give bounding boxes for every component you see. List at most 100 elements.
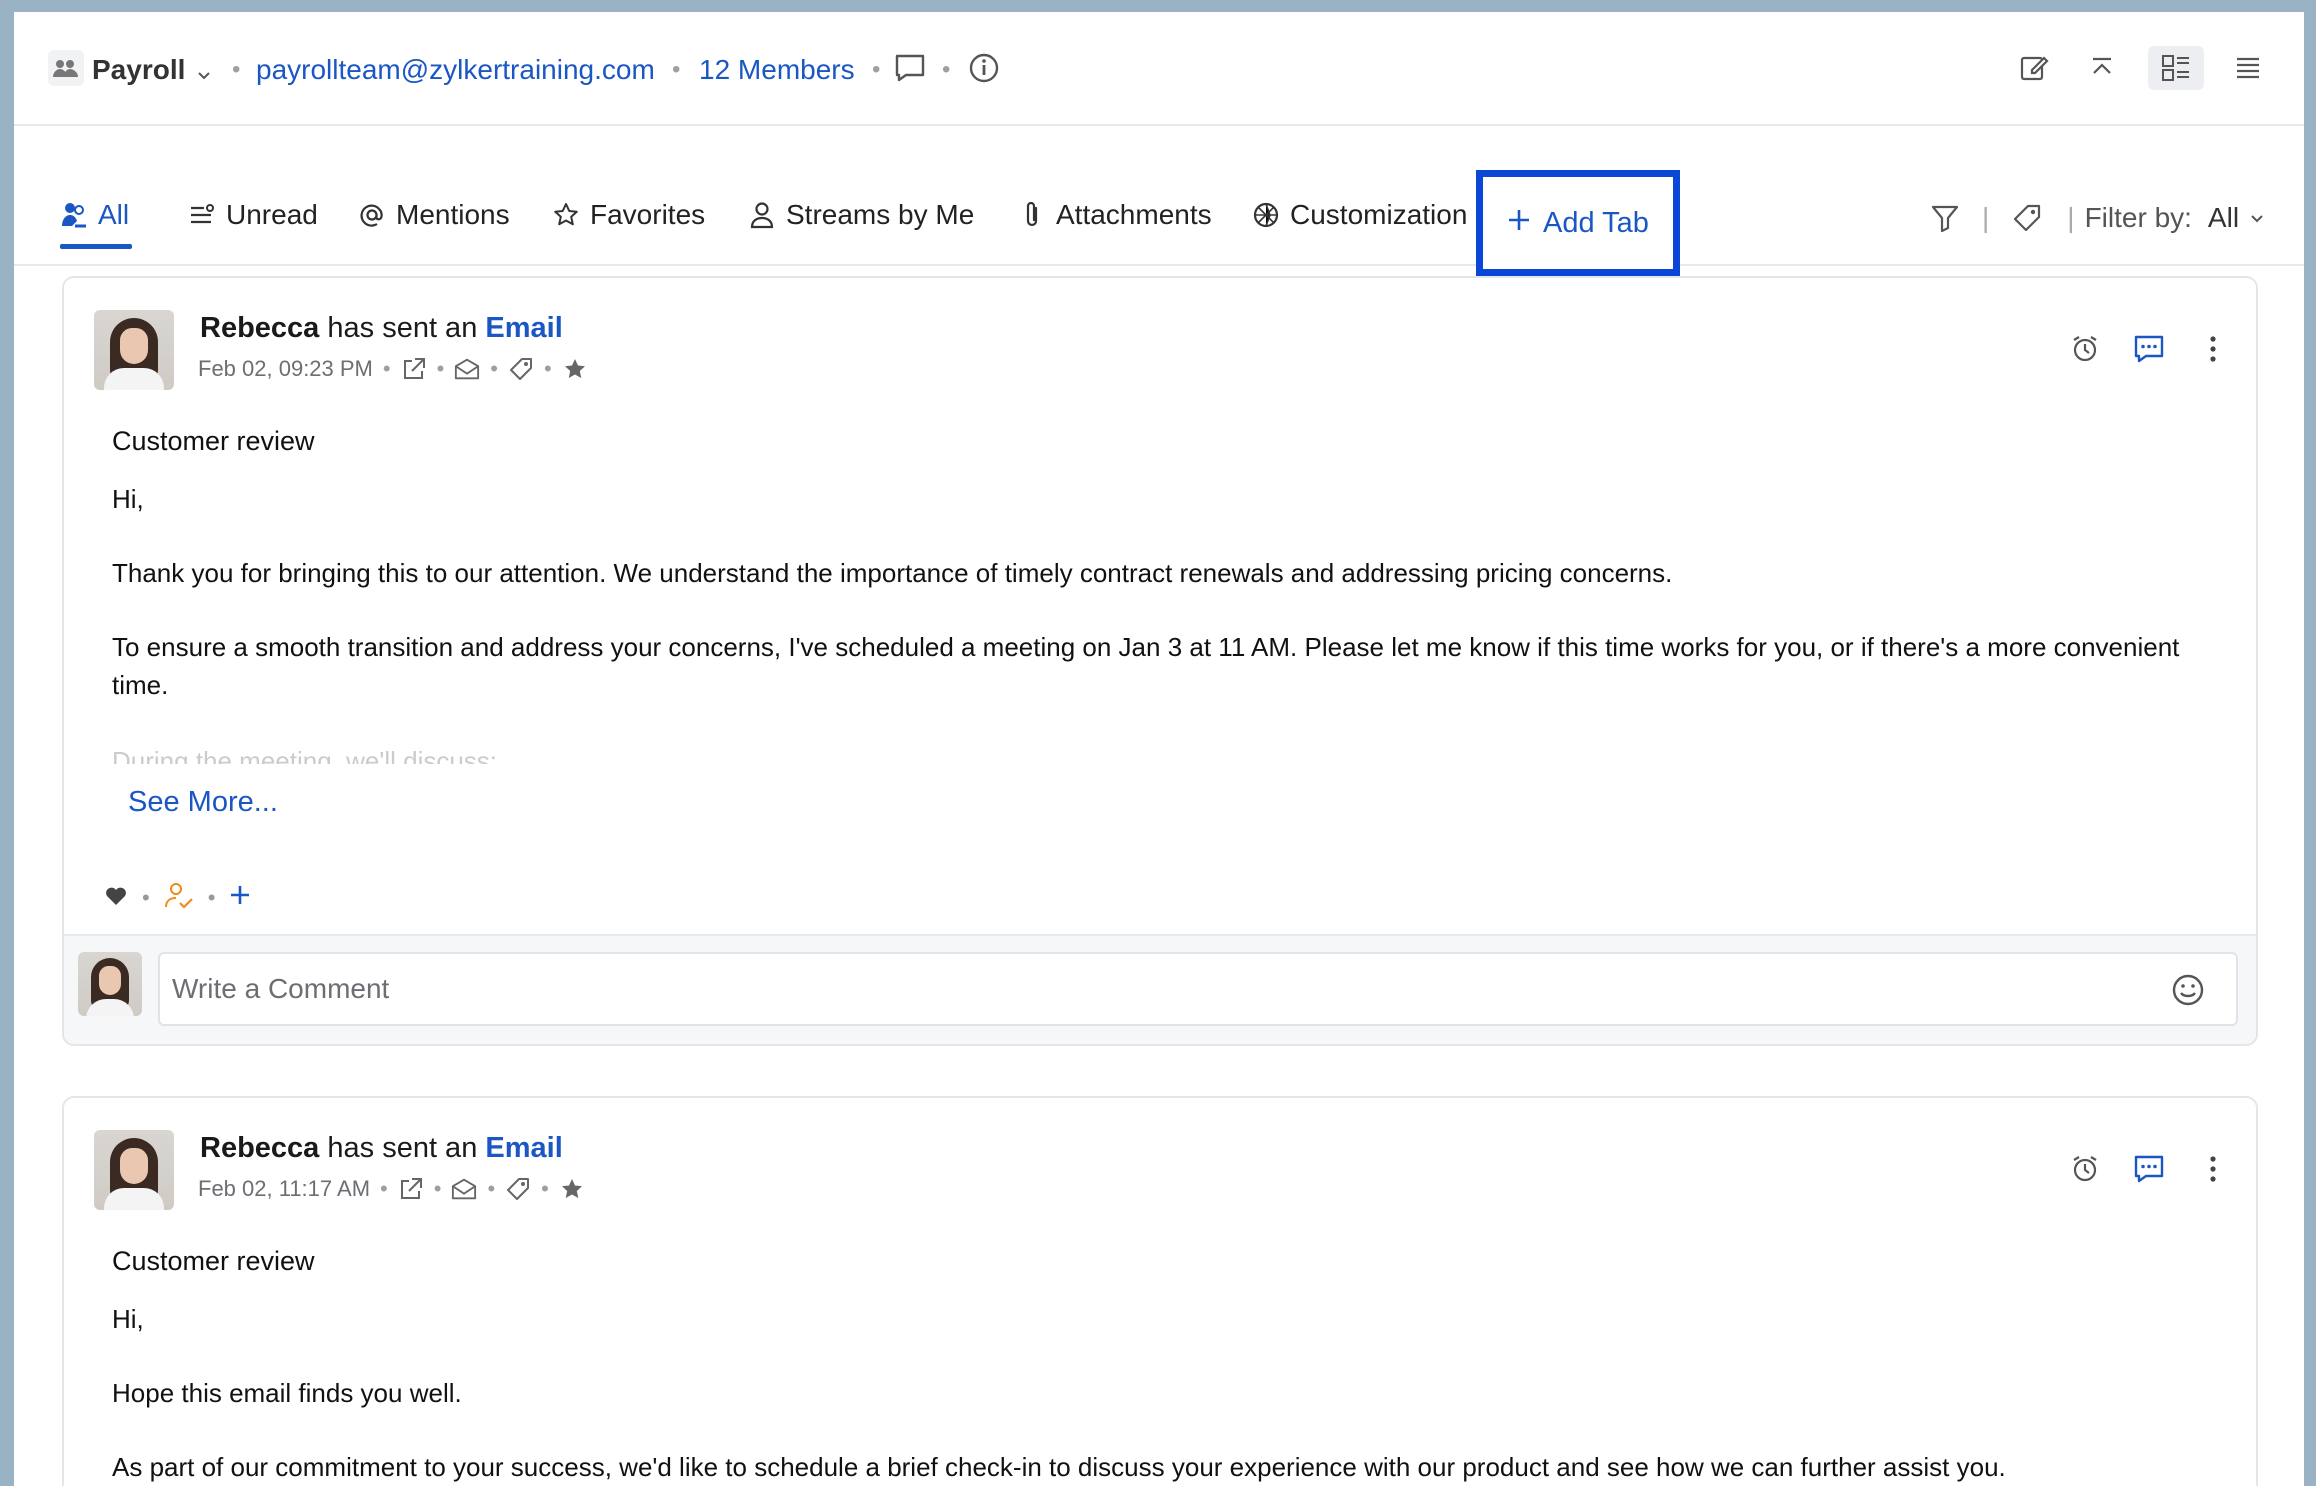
group-icon <box>48 50 84 86</box>
plus-icon <box>1507 207 1531 240</box>
avatar[interactable] <box>94 1130 174 1210</box>
chat-icon[interactable] <box>888 46 932 90</box>
tab-mentions[interactable]: Mentions <box>358 190 510 240</box>
sender-name[interactable]: Rebecca <box>200 312 319 344</box>
comment-input[interactable]: Write a Comment <box>158 952 2238 1026</box>
tab-customization[interactable]: Customization <box>1252 190 1467 240</box>
members-link[interactable]: 12 Members <box>699 52 855 88</box>
separator-dot: • <box>672 56 681 83</box>
tag-icon[interactable] <box>2011 202 2043 234</box>
tag-icon[interactable] <box>508 356 534 382</box>
post-action: has sent an <box>327 312 478 344</box>
filter-bar: | | Filter by: All <box>1930 202 2265 234</box>
email-open-icon[interactable] <box>451 1176 477 1202</box>
avatar <box>78 952 142 1016</box>
see-more-link[interactable]: See More... <box>128 786 278 819</box>
group-header: Payroll • payrollteam@zylkertraining.com… <box>14 12 2304 126</box>
add-tab-button[interactable]: Add Tab <box>1476 170 1680 276</box>
star-icon[interactable] <box>562 356 588 382</box>
add-reaction-icon[interactable] <box>229 884 251 912</box>
reminder-clock-icon[interactable] <box>2066 1150 2104 1188</box>
separator-dot: • <box>872 56 881 83</box>
tab-all[interactable]: All <box>60 190 129 240</box>
tab-label: Unread <box>226 199 318 230</box>
timestamp: Feb 02, 09:23 PM <box>198 356 373 381</box>
tab-label: Attachments <box>1056 199 1212 230</box>
reaction-bar: • • <box>104 880 251 916</box>
tab-label: Favorites <box>590 199 706 230</box>
person-icon <box>748 201 776 229</box>
faded-text: During the meeting, we'll discuss: <box>112 746 498 764</box>
divider: | <box>2067 202 2075 233</box>
separator-dot: • <box>232 56 241 83</box>
at-icon <box>358 201 386 229</box>
chevron-down-icon[interactable] <box>196 56 212 92</box>
filter-label: Filter by: <box>2084 202 2192 233</box>
filter-icon[interactable] <box>1930 203 1960 233</box>
tab-label: Customization <box>1290 199 1468 230</box>
external-link-icon[interactable] <box>401 356 427 382</box>
active-tab-indicator <box>60 244 132 249</box>
more-options-icon[interactable] <box>2194 1150 2232 1188</box>
tab-attachments[interactable]: Attachments <box>1018 190 1212 240</box>
external-link-icon[interactable] <box>398 1176 424 1202</box>
post-title: Rebecca has sent an Email <box>200 1132 563 1165</box>
post-paragraph: As part of our commitment to your succes… <box>112 1452 2006 1482</box>
sender-name[interactable]: Rebecca <box>200 1132 319 1164</box>
menu-icon[interactable] <box>2226 46 2270 90</box>
comment-placeholder: Write a Comment <box>172 973 390 1004</box>
reminder-clock-icon[interactable] <box>2066 330 2104 368</box>
post-paragraph: To ensure a smooth transition and addres… <box>112 632 2180 700</box>
post-subject: Customer review <box>112 1246 315 1276</box>
post-paragraph: Hope this email finds you well. <box>112 1378 462 1408</box>
heart-icon[interactable] <box>104 884 128 912</box>
timestamp: Feb 02, 11:17 AM <box>198 1176 371 1201</box>
customization-icon <box>1252 201 1280 229</box>
add-tab-label: Add Tab <box>1543 206 1649 239</box>
chevron-down-icon[interactable] <box>2249 210 2265 226</box>
assign-user-icon[interactable] <box>164 880 194 916</box>
info-icon[interactable] <box>962 46 1006 90</box>
group-email-link[interactable]: payrollteam@zylkertraining.com <box>256 52 655 88</box>
edit-icon[interactable] <box>2012 46 2056 90</box>
tab-streams-by-me[interactable]: Streams by Me <box>748 190 974 240</box>
group-name[interactable]: Payroll <box>92 52 185 88</box>
tab-favorites[interactable]: Favorites <box>552 190 705 240</box>
comment-icon[interactable] <box>2130 1150 2168 1188</box>
post-meta: Feb 02, 11:17 AM • • • • <box>198 1176 585 1202</box>
paperclip-icon <box>1018 201 1046 229</box>
post-actions <box>2066 330 2232 368</box>
collapse-icon[interactable] <box>2080 46 2124 90</box>
tab-unread[interactable]: Unread <box>188 190 318 240</box>
list-view-icon[interactable] <box>2148 46 2204 90</box>
post-meta: Feb 02, 09:23 PM • • • • <box>198 356 588 382</box>
tab-label: Mentions <box>396 199 510 230</box>
post-greeting: Hi, <box>112 1304 144 1334</box>
email-open-icon[interactable] <box>454 356 480 382</box>
emoji-icon[interactable] <box>2170 972 2206 1008</box>
star-icon <box>552 201 580 229</box>
post-greeting: Hi, <box>112 484 144 514</box>
divider: | <box>1982 202 1990 233</box>
comment-section: Write a Comment <box>64 934 2256 1044</box>
post-paragraph: Thank you for bringing this to our atten… <box>112 558 1673 588</box>
separator-dot: • <box>942 56 951 83</box>
post-card: Rebecca has sent an Email Feb 02, 09:23 … <box>62 276 2258 1046</box>
avatar[interactable] <box>94 310 174 390</box>
post-card: Rebecca has sent an Email Feb 02, 11:17 … <box>62 1096 2258 1486</box>
more-options-icon[interactable] <box>2194 330 2232 368</box>
post-actions <box>2066 1150 2232 1188</box>
unread-list-icon <box>188 201 216 229</box>
post-subject: Customer review <box>112 426 315 456</box>
post-title: Rebecca has sent an Email <box>200 312 563 345</box>
comment-icon[interactable] <box>2130 330 2168 368</box>
tab-label: Streams by Me <box>786 199 975 230</box>
post-type-link[interactable]: Email <box>485 312 562 344</box>
post-type-link[interactable]: Email <box>485 1132 562 1164</box>
filter-value[interactable]: All <box>2208 202 2239 234</box>
tag-icon[interactable] <box>505 1176 531 1202</box>
tab-label: All <box>98 199 130 230</box>
star-icon[interactable] <box>559 1176 585 1202</box>
tab-bar: All Unread Mentions Favorites Streams by… <box>14 126 2304 276</box>
post-action: has sent an <box>327 1132 478 1164</box>
